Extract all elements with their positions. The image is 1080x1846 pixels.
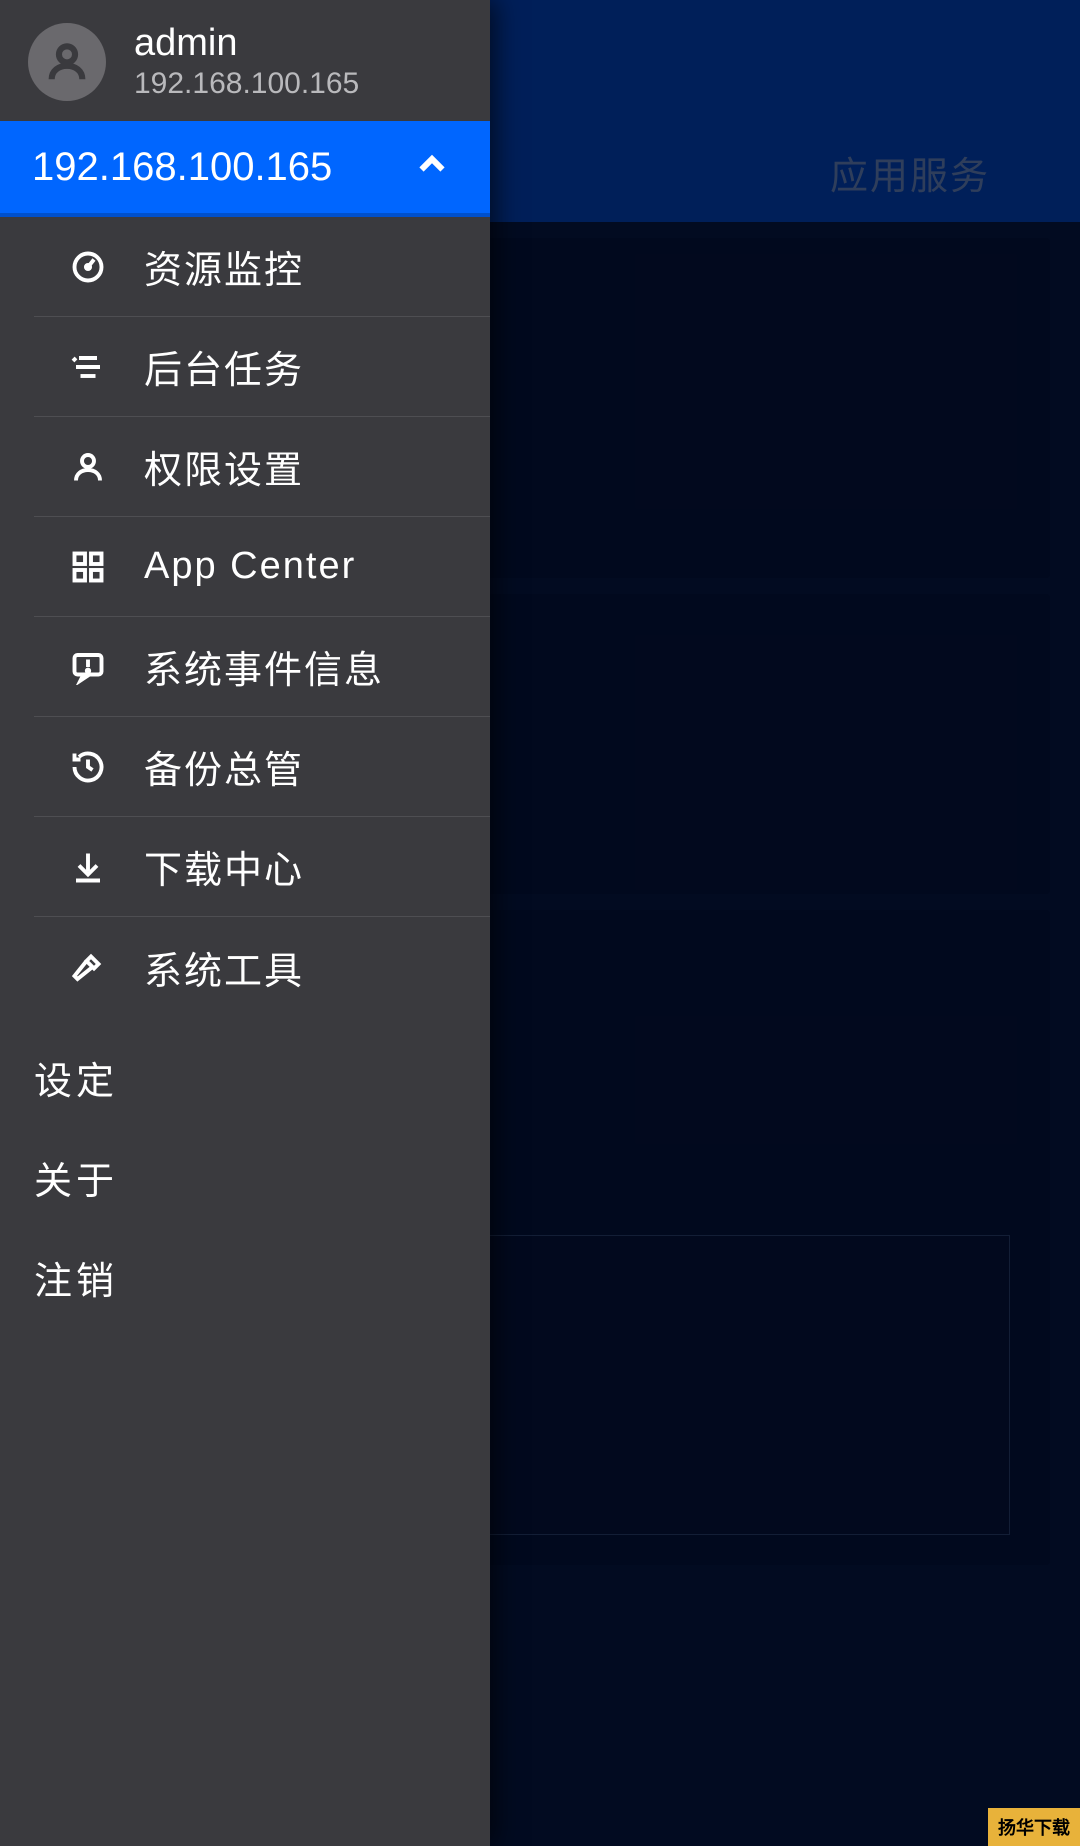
- person-icon: [44, 39, 90, 85]
- gauge-icon: [68, 249, 108, 285]
- menu-app-center[interactable]: App Center: [34, 517, 490, 617]
- avatar: [28, 23, 106, 101]
- menu-resource-monitor[interactable]: 资源监控: [34, 217, 490, 317]
- server-dropdown[interactable]: 192.168.100.165: [0, 121, 490, 217]
- menu-download-center[interactable]: 下载中心: [34, 817, 490, 917]
- history-icon: [68, 749, 108, 785]
- menu-permissions[interactable]: 权限设置: [34, 417, 490, 517]
- chevron-up-icon: [414, 147, 450, 188]
- menu-label: 后台任务: [144, 339, 304, 394]
- logout-label: 注销: [34, 1250, 118, 1305]
- watermark: 扬华下载: [988, 1808, 1080, 1846]
- settings-label: 设定: [34, 1050, 118, 1105]
- menu-system-events[interactable]: 系统事件信息: [34, 617, 490, 717]
- person-icon: [68, 449, 108, 485]
- menu-label: 系统工具: [144, 940, 304, 995]
- menu-label: 资源监控: [144, 239, 304, 294]
- download-icon: [68, 849, 108, 885]
- user-name: admin: [134, 22, 359, 65]
- about-button[interactable]: 关于: [0, 1127, 490, 1227]
- menu-backup-manager[interactable]: 备份总管: [34, 717, 490, 817]
- about-label: 关于: [34, 1150, 118, 1205]
- hammer-icon: [68, 949, 108, 985]
- menu-system-tools[interactable]: 系统工具: [34, 917, 490, 1017]
- menu-background-tasks[interactable]: 后台任务: [34, 317, 490, 417]
- tab-services[interactable]: 应用服务: [830, 145, 990, 200]
- user-text: admin 192.168.100.165: [134, 22, 359, 101]
- user-ip: 192.168.100.165: [134, 67, 359, 101]
- tasks-icon: [68, 349, 108, 385]
- menu-label: 备份总管: [144, 739, 304, 794]
- drawer-footer: 设定 关于 注销: [0, 1027, 490, 1327]
- user-block[interactable]: admin 192.168.100.165: [0, 0, 490, 121]
- menu-label: 下载中心: [144, 839, 304, 894]
- menu-label: 系统事件信息: [144, 639, 384, 694]
- settings-button[interactable]: 设定: [0, 1027, 490, 1127]
- message-alert-icon: [68, 649, 108, 685]
- logout-button[interactable]: 注销: [0, 1227, 490, 1327]
- server-label: 192.168.100.165: [32, 145, 332, 190]
- menu-label: 权限设置: [144, 439, 304, 494]
- main-menu: 资源监控 后台任务 权限设置 App Center: [34, 217, 490, 1017]
- menu-label: App Center: [144, 545, 356, 588]
- apps-grid-icon: [68, 549, 108, 585]
- side-drawer: admin 192.168.100.165 192.168.100.165 资源…: [0, 0, 490, 1846]
